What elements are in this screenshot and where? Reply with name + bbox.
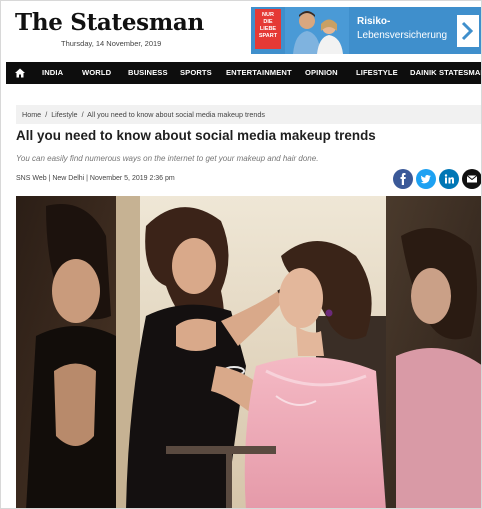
breadcrumb-separator: / [45, 110, 48, 119]
site-header: The Statesman Thursday, 14 November, 201… [1, 1, 481, 61]
article-title: All you need to know about social media … [16, 128, 376, 143]
breadcrumb: Home / Lifestyle / All you need to know … [16, 105, 481, 124]
nav-item-opinion[interactable]: OPINION [305, 68, 338, 77]
ad-badge-line3: SPART [258, 33, 278, 39]
twitter-icon [420, 175, 431, 184]
nav-item-business[interactable]: BUSINESS [128, 68, 168, 77]
share-linkedin-button[interactable] [439, 169, 459, 189]
nav-item-india[interactable]: INDIA [42, 68, 63, 77]
facebook-icon [400, 173, 406, 185]
share-twitter-button[interactable] [416, 169, 436, 189]
nav-item-lifestyle[interactable]: LIFESTYLE [356, 68, 398, 77]
email-icon [466, 175, 478, 183]
ad-badge-line1: NUR DIE [262, 12, 274, 25]
advertisement-banner[interactable]: NUR DIE LIEBE SPART Risiko- Lebensversic… [251, 7, 481, 54]
page-frame: The Statesman Thursday, 14 November, 201… [0, 0, 482, 509]
nav-item-dainik-statesman[interactable]: DAINIK STATESMAN [410, 68, 481, 77]
header-date: Thursday, 14 November, 2019 [61, 39, 162, 48]
site-logo[interactable]: The Statesman [15, 9, 204, 36]
article-photo [16, 196, 481, 508]
nav-item-world[interactable]: WORLD [82, 68, 111, 77]
ad-text-line2: Lebensversicherung [357, 30, 448, 41]
breadcrumb-current: All you need to know about social media … [87, 110, 265, 119]
breadcrumb-home[interactable]: Home [22, 110, 41, 119]
home-icon[interactable] [14, 67, 26, 79]
nav-item-sports[interactable]: SPORTS [180, 68, 212, 77]
linkedin-icon [444, 174, 454, 184]
article-photo-illustration [16, 196, 481, 508]
nav-item-entertainment[interactable]: ENTERTAINMENT [226, 68, 292, 77]
article-byline: SNS Web | New Delhi | November 5, 2019 2… [16, 175, 175, 182]
ad-badge: NUR DIE LIEBE SPART [255, 9, 281, 49]
ad-people-image [285, 7, 349, 54]
main-nav: INDIA WORLD BUSINESS SPORTS ENTERTAINMEN… [6, 62, 481, 84]
breadcrumb-lifestyle[interactable]: Lifestyle [51, 110, 77, 119]
ad-arrow-icon[interactable] [457, 15, 479, 47]
ad-text: Risiko- Lebensversicherung [357, 15, 447, 43]
share-facebook-button[interactable] [393, 169, 413, 189]
breadcrumb-separator: / [81, 110, 84, 119]
article-subtitle: You can easily find numerous ways on the… [16, 154, 319, 163]
share-email-button[interactable] [462, 169, 481, 189]
ad-badge-line2: LIEBE [259, 26, 277, 32]
ad-text-line1: Risiko- [357, 16, 391, 27]
